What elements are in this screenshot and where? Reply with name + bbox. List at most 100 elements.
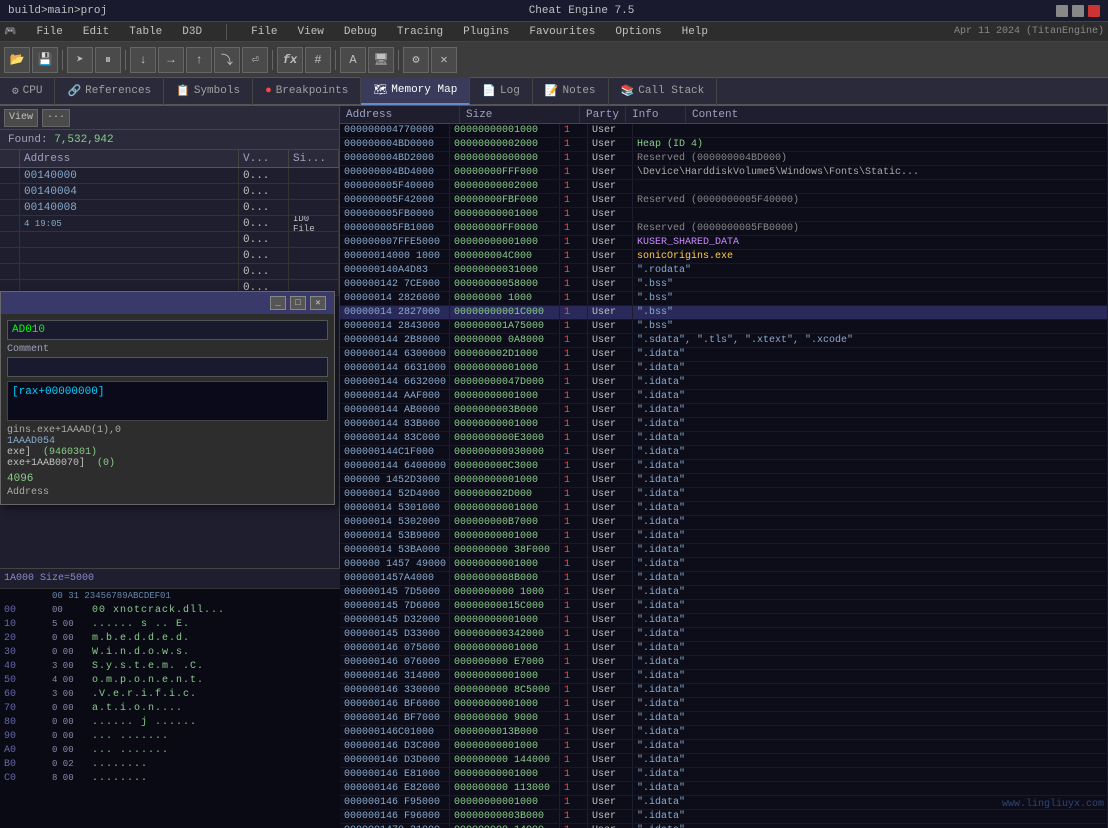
memory-row[interactable]: 000000146 076000 000000000 E7000 1 User … — [340, 656, 1108, 670]
view-button[interactable]: View — [4, 109, 38, 127]
memory-row[interactable]: 000000144C1F000 000000000930000 1 User "… — [340, 446, 1108, 460]
menu-favourites[interactable]: Favourites — [525, 26, 599, 38]
dialog-close-button[interactable]: ✕ — [310, 296, 326, 310]
memory-row[interactable]: 000000004BD0000 00000000002000 1 User He… — [340, 138, 1108, 152]
menu-help[interactable]: Help — [678, 26, 712, 38]
table-row[interactable]: 00140000 0... — [0, 168, 339, 184]
memory-row[interactable]: 000000004770000 00000000001000 1 User — [340, 124, 1108, 138]
dialog-input[interactable] — [7, 320, 328, 340]
tab-symbols[interactable]: 📋 Symbols — [164, 77, 253, 105]
memory-row[interactable]: 000000146 E81000 00000000001000 1 User "… — [340, 768, 1108, 782]
memory-row[interactable]: 000000145 D33000 000000000342000 1 User … — [340, 628, 1108, 642]
menu-d3d-ce[interactable]: D3D — [178, 26, 206, 38]
hex-data-row[interactable]: 20 0 00 m.b.e.d.d.e.d. — [0, 631, 340, 645]
table-row[interactable]: 4 19:05 0... ID0 File — [0, 216, 339, 232]
memory-row[interactable]: 000000005FB1000 00000000FF0000 1 User Re… — [340, 222, 1108, 236]
memory-row[interactable]: 000000146 BF6000 00000000001000 1 User "… — [340, 698, 1108, 712]
memory-row[interactable]: 000000142 7CE000 00000000058000 1 User "… — [340, 278, 1108, 292]
memory-row[interactable]: 000000145 7D5000 0000000000 1000 1 User … — [340, 586, 1108, 600]
memory-row[interactable]: 000000 1452D3000 00000000001000 1 User "… — [340, 474, 1108, 488]
memory-row[interactable]: 000000005FB0000 00000000001000 1 User — [340, 208, 1108, 222]
hex-data-row[interactable]: 40 3 00 S.y.s.t.e.m. .C. — [0, 659, 340, 673]
memory-row[interactable]: 000000005F42000 00000000FBF000 1 User Re… — [340, 194, 1108, 208]
more-button[interactable]: ··· — [42, 109, 70, 127]
memory-row[interactable]: 000000004BD2000 00000000000000 1 User Re… — [340, 152, 1108, 166]
hex-data-row[interactable]: 60 3 00 .V.e.r.i.f.i.c. — [0, 687, 340, 701]
menu-options[interactable]: Options — [611, 26, 665, 38]
dialog-minimize-button[interactable]: _ — [270, 296, 286, 310]
table-row[interactable]: 00140008 0... — [0, 200, 339, 216]
memory-row[interactable]: 000000146 D3C000 00000000001000 1 User "… — [340, 740, 1108, 754]
tab-breakpoints[interactable]: ● Breakpoints — [253, 77, 361, 105]
open-button[interactable]: 📂 — [4, 47, 30, 73]
memory-row[interactable]: 000000004BD4000 00000000FFF000 1 User \D… — [340, 166, 1108, 180]
memory-row[interactable]: 000000146C01000 0000000013B000 1 User ".… — [340, 726, 1108, 740]
menu-view[interactable]: View — [294, 26, 328, 38]
table-row[interactable]: 0... — [0, 248, 339, 264]
memory-row[interactable]: 000000146 330000 000000000 8C5000 1 User… — [340, 684, 1108, 698]
step-over-button[interactable]: → — [158, 47, 184, 73]
run-cursor-button[interactable]: ⤵ — [214, 47, 240, 73]
close-x-button[interactable]: ✕ — [431, 47, 457, 73]
memory-row[interactable]: 000000144 83C000 0000000000E3000 1 User … — [340, 432, 1108, 446]
memory-row[interactable]: 000000145 D32000 00000000001000 1 User "… — [340, 614, 1108, 628]
font-button[interactable]: A — [340, 47, 366, 73]
execute-return-button[interactable]: ⏎ — [242, 47, 268, 73]
table-row[interactable]: 0... — [0, 264, 339, 280]
tab-references[interactable]: 🔗 References — [55, 77, 164, 105]
menu-tracing[interactable]: Tracing — [393, 26, 447, 38]
memory-row[interactable]: 000000144 AAF000 00000000001000 1 User "… — [340, 390, 1108, 404]
comment-input[interactable] — [7, 357, 328, 377]
hex-data-row[interactable]: 30 0 00 W.i.n.d.o.w.s. — [0, 645, 340, 659]
hex-data-row[interactable]: 90 0 00 ... ....... — [0, 729, 340, 743]
menu-plugins[interactable]: Plugins — [459, 26, 513, 38]
pause-button[interactable]: ⏸ — [95, 47, 121, 73]
memory-row[interactable]: 000000146 E82000 000000000 113000 1 User… — [340, 782, 1108, 796]
hex-data-row[interactable]: 80 0 00 ...... j ...... — [0, 715, 340, 729]
menu-file[interactable]: File — [247, 26, 281, 38]
hex-data-row[interactable]: A0 0 00 ... ....... — [0, 743, 340, 757]
memory-row[interactable]: 000000144 6400000 000000000C3000 1 User … — [340, 460, 1108, 474]
dialog-maximize-button[interactable]: □ — [290, 296, 306, 310]
memory-row[interactable]: 00000014 2827000 00000000001C000 1 User … — [340, 306, 1108, 320]
memory-row[interactable]: 00000014 5301000 00000000001000 1 User "… — [340, 502, 1108, 516]
hex-data-row[interactable]: 10 5 00 ...... s .. E. — [0, 617, 340, 631]
memory-row[interactable]: 0000001457A4000 0000000008B000 1 User ".… — [340, 572, 1108, 586]
memory-row[interactable]: 000000144 2B8000 00000000 0A8000 1 User … — [340, 334, 1108, 348]
arrow-right-button[interactable]: ➤ — [67, 47, 93, 73]
tab-log[interactable]: 📄 Log — [470, 77, 533, 105]
tab-call-stack[interactable]: 📚 Call Stack — [609, 77, 718, 105]
menu-file-ce[interactable]: File — [32, 26, 66, 38]
hex-data-row[interactable]: B0 0 02 ........ — [0, 757, 340, 771]
tab-notes[interactable]: 📝 Notes — [533, 77, 609, 105]
tab-cpu[interactable]: ⚙ CPU — [0, 77, 55, 105]
table-row[interactable]: 00140004 0... — [0, 184, 339, 200]
memory-row[interactable]: 000000146 BF7000 000000000 9000 1 User "… — [340, 712, 1108, 726]
memory-row[interactable]: 000000146 075000 00000000001000 1 User "… — [340, 642, 1108, 656]
memory-row[interactable]: 000000144 6631000 00000000001000 1 User … — [340, 362, 1108, 376]
memory-row[interactable]: 000000146 F95000 00000000001000 1 User "… — [340, 796, 1108, 810]
memory-row[interactable]: 000000146 314000 00000000001000 1 User "… — [340, 670, 1108, 684]
memory-row[interactable]: 00000014 53BA000 000000000 38F000 1 User… — [340, 544, 1108, 558]
memory-row[interactable]: 000000005F40000 00000000002000 1 User — [340, 180, 1108, 194]
memory-row[interactable]: 00000014 5302000 000000000B7000 1 User "… — [340, 516, 1108, 530]
memory-row[interactable]: 00000014000 1000 000000004C000 1 User so… — [340, 250, 1108, 264]
hex-data-row[interactable]: 00 00 00 xnotcrack.dll... — [0, 603, 340, 617]
table-row[interactable]: 0... — [0, 232, 339, 248]
menu-edit-ce[interactable]: Edit — [79, 26, 113, 38]
window-controls[interactable] — [1056, 5, 1100, 17]
save-button[interactable]: 💾 — [32, 47, 58, 73]
memory-row[interactable]: 000000144 6300000 000000002D1000 1 User … — [340, 348, 1108, 362]
monitor-button[interactable]: 🖥 — [368, 47, 394, 73]
step-into-button[interactable]: ↓ — [130, 47, 156, 73]
tab-memory-map[interactable]: 🗺 Memory Map — [361, 77, 470, 105]
hex-data-row[interactable]: C0 8 00 ........ — [0, 771, 340, 785]
hash-button[interactable]: # — [305, 47, 331, 73]
memory-row[interactable]: 000000144 AB0000 0000000003B000 1 User "… — [340, 404, 1108, 418]
memory-row[interactable]: 00000014 2826000 00000000 1000 1 User ".… — [340, 292, 1108, 306]
memory-row[interactable]: 000000146 F96000 00000000003B000 1 User … — [340, 810, 1108, 824]
fx-button[interactable]: fx — [277, 47, 303, 73]
memory-row[interactable]: 00000014 2843000 000000001A75000 1 User … — [340, 320, 1108, 334]
memory-row[interactable]: 000000144 6632000 00000000047D000 1 User… — [340, 376, 1108, 390]
memory-row[interactable]: 000000140A4D83 00000000031000 1 User ".r… — [340, 264, 1108, 278]
